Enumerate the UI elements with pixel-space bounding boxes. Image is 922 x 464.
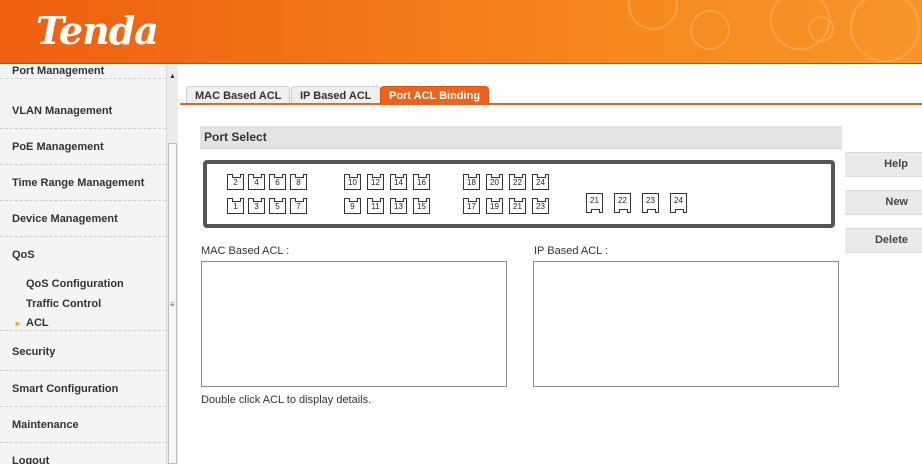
port-label: 22 — [618, 196, 627, 205]
port-select-title: Port Select — [200, 126, 842, 149]
port-13[interactable]: 13 — [390, 198, 407, 214]
port-label: 3 — [254, 202, 259, 211]
port-label: 19 — [490, 202, 499, 211]
tab-ip-based-acl[interactable]: IP Based ACL — [291, 86, 381, 104]
tenda-logo: Tenda — [36, 8, 159, 53]
sidebar-item-vlan-management[interactable]: VLAN Management — [0, 93, 166, 129]
port-label: 11 — [371, 202, 380, 211]
port-label: 21 — [513, 202, 522, 211]
port-label: 20 — [490, 178, 499, 187]
sidebar-subitem-qos-configuration[interactable]: QoS Configuration — [0, 276, 166, 292]
sidebar-item-qos[interactable]: QoS — [0, 237, 166, 273]
port-4[interactable]: 4 — [248, 174, 265, 190]
combo-port-23[interactable]: 23 — [642, 193, 659, 213]
sidebar-item-maintenance[interactable]: Maintenance — [0, 407, 166, 443]
scroll-up-arrow-icon[interactable]: ▲ — [169, 73, 176, 80]
sidebar-item-time-range-management[interactable]: Time Range Management — [0, 165, 166, 201]
port-3[interactable]: 3 — [248, 198, 265, 214]
port-label: 24 — [536, 178, 545, 187]
port-11[interactable]: 11 — [367, 198, 384, 214]
port-17[interactable]: 17 — [463, 198, 480, 214]
decor-circle — [808, 16, 834, 42]
port-8[interactable]: 8 — [290, 174, 307, 190]
delete-button[interactable]: Delete — [845, 228, 922, 253]
decor-circle — [690, 10, 730, 50]
sidebar-subitem-acl[interactable]: ACL — [0, 315, 166, 331]
sidebar-item-smart-configuration[interactable]: Smart Configuration — [0, 371, 166, 407]
port-label: 10 — [348, 178, 357, 187]
port-1[interactable]: 1 — [227, 198, 244, 214]
port-18[interactable]: 18 — [463, 174, 480, 190]
port-6[interactable]: 6 — [269, 174, 286, 190]
port-label: 7 — [296, 202, 301, 211]
port-label: 15 — [417, 202, 426, 211]
port-label: 14 — [394, 178, 403, 187]
sidebar-scrollbar[interactable]: ▲ ≡ — [166, 65, 178, 464]
port-panel: 2 4 6 8 10 12 14 16 18 20 22 24 1 3 5 7 … — [203, 160, 835, 228]
port-14[interactable]: 14 — [390, 174, 407, 190]
port-label: 18 — [467, 178, 476, 187]
port-23[interactable]: 23 — [532, 198, 549, 214]
port-24[interactable]: 24 — [532, 174, 549, 190]
sidebar: Port Management VLAN Management PoE Mana… — [0, 65, 166, 464]
port-label: 5 — [275, 202, 280, 211]
port-label: 13 — [394, 202, 403, 211]
port-label: 23 — [646, 196, 655, 205]
port-20[interactable]: 20 — [486, 174, 503, 190]
tab-underline — [180, 103, 922, 105]
port-label: 4 — [254, 178, 259, 187]
scrollbar-thumb[interactable]: ≡ — [168, 143, 177, 464]
port-label: 21 — [590, 196, 599, 205]
port-5[interactable]: 5 — [269, 198, 286, 214]
sidebar-item-port-management[interactable]: Port Management — [0, 65, 166, 79]
port-15[interactable]: 15 — [413, 198, 430, 214]
port-12[interactable]: 12 — [367, 174, 384, 190]
mac-acl-list[interactable] — [201, 261, 507, 387]
sidebar-subitem-traffic-control[interactable]: Traffic Control — [0, 296, 166, 312]
mac-acl-label: MAC Based ACL : — [201, 245, 290, 257]
port-label: 12 — [371, 178, 380, 187]
port-16[interactable]: 16 — [413, 174, 430, 190]
port-21[interactable]: 21 — [509, 198, 526, 214]
port-22[interactable]: 22 — [509, 174, 526, 190]
port-label: 17 — [467, 202, 476, 211]
sidebar-item-security[interactable]: Security — [0, 335, 166, 371]
port-label: 8 — [296, 178, 301, 187]
port-2[interactable]: 2 — [227, 174, 244, 190]
sidebar-item-poe-management[interactable]: PoE Management — [0, 129, 166, 165]
new-button[interactable]: New — [845, 190, 922, 215]
decor-circle — [850, 0, 920, 62]
header-banner: Tenda — [0, 0, 922, 64]
port-7[interactable]: 7 — [290, 198, 307, 214]
port-label: 16 — [417, 178, 426, 187]
port-label: 6 — [275, 178, 280, 187]
combo-port-24[interactable]: 24 — [670, 193, 687, 213]
sidebar-item-device-management[interactable]: Device Management — [0, 201, 166, 237]
port-label: 22 — [513, 178, 522, 187]
help-button[interactable]: Help — [845, 152, 922, 177]
ip-acl-list[interactable] — [533, 261, 839, 387]
port-label: 24 — [674, 196, 683, 205]
port-10[interactable]: 10 — [344, 174, 361, 190]
decor-circle — [628, 0, 678, 30]
grip-icon: ≡ — [170, 300, 175, 309]
port-label: 2 — [233, 178, 238, 187]
ip-acl-label: IP Based ACL : — [534, 245, 608, 257]
port-label: 9 — [350, 202, 355, 211]
combo-port-22[interactable]: 22 — [614, 193, 631, 213]
port-9[interactable]: 9 — [344, 198, 361, 214]
combo-port-21[interactable]: 21 — [586, 193, 603, 213]
sidebar-item-logout[interactable]: Logout — [0, 443, 166, 464]
acl-hint-text: Double click ACL to display details. — [201, 394, 372, 406]
port-label: 23 — [536, 202, 545, 211]
port-label: 1 — [233, 202, 238, 211]
port-19[interactable]: 19 — [486, 198, 503, 214]
tab-mac-based-acl[interactable]: MAC Based ACL — [186, 86, 291, 104]
